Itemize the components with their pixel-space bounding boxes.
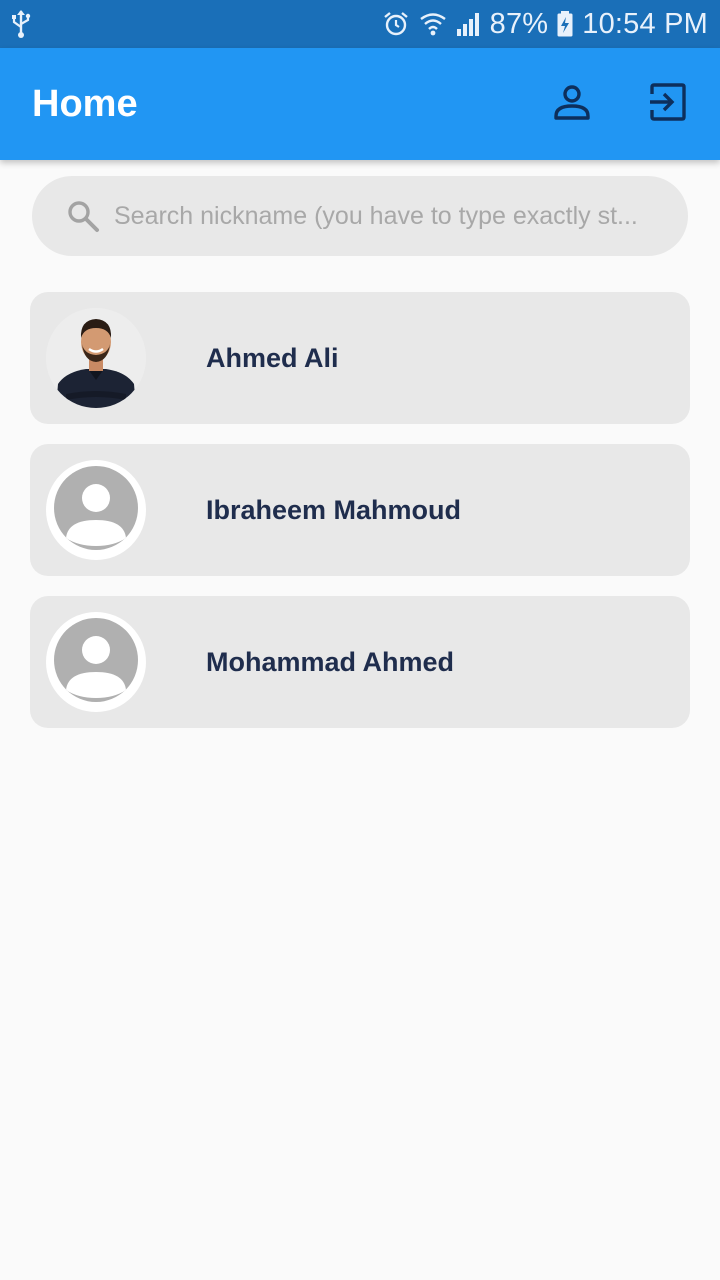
user-avatar: [46, 460, 146, 560]
battery-percentage: 87%: [489, 7, 549, 40]
search-icon: [66, 199, 100, 233]
wifi-icon: [418, 10, 448, 38]
logout-icon: [648, 82, 688, 127]
signal-icon: [456, 11, 482, 37]
battery-charging-icon: [556, 10, 574, 38]
search-bar[interactable]: [32, 176, 688, 256]
user-card[interactable]: Mohammad Ahmed: [30, 596, 690, 728]
app-bar: Home: [0, 48, 720, 160]
user-avatar: [46, 612, 146, 712]
logout-button[interactable]: [640, 76, 696, 132]
user-avatar-photo: [46, 308, 146, 408]
user-name: Ahmed Ali: [206, 342, 339, 373]
status-time: 10:54 PM: [582, 7, 708, 40]
search-input[interactable]: [114, 201, 658, 231]
account-circle-icon: [54, 465, 138, 555]
usb-icon: [10, 9, 32, 39]
user-name: Mohammad Ahmed: [206, 646, 455, 677]
account-circle-icon: [54, 617, 138, 707]
user-card[interactable]: Ibraheem Mahmoud: [30, 444, 690, 576]
profile-icon: [552, 82, 592, 127]
profile-button[interactable]: [544, 76, 600, 132]
user-card[interactable]: Ahmed Ali: [30, 292, 690, 424]
user-name: Ibraheem Mahmoud: [206, 494, 462, 525]
alarm-icon: [382, 10, 410, 38]
user-list: Ahmed Ali Ibraheem Mahmoud Mohammad Ahme…: [30, 292, 690, 748]
page-title: Home: [32, 82, 138, 125]
status-bar: 87% 10:54 PM: [0, 0, 720, 48]
